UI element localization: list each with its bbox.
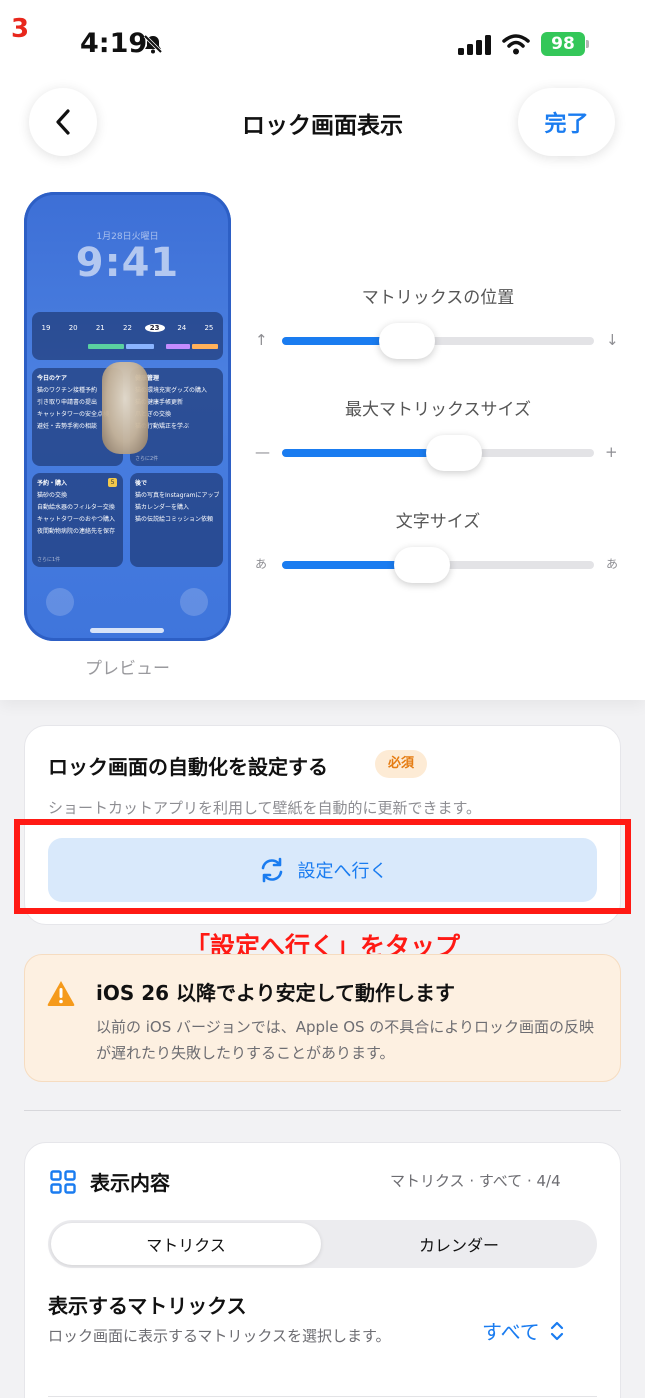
automation-description: ショートカットアプリを利用して壁紙を自動的に更新できます。 [48, 799, 482, 817]
bell-slash-icon [143, 34, 163, 54]
slider-position-label: マトリックスの位置 [361, 288, 515, 308]
grid-icon [50, 1170, 76, 1194]
battery-charging-icon: 98 [541, 32, 591, 56]
preview-calendar-day: 22 [123, 324, 132, 332]
slider-size-label: 最大マトリックスサイズ [345, 400, 531, 420]
preview-cat-photo [102, 362, 148, 454]
display-mode-segmented-control: マトリクス カレンダー [48, 1220, 597, 1268]
slider-size-max: + [605, 443, 618, 461]
required-badge: 必須 [375, 750, 427, 778]
matrices-select[interactable]: すべて [482, 1316, 564, 1345]
preview-calendar: 19 20 21 22 23 24 25 [32, 312, 223, 360]
list-divider [48, 1396, 597, 1397]
section-divider [24, 1110, 621, 1111]
done-button[interactable]: 完了 [518, 88, 615, 156]
preview-calendar-day: 20 [68, 324, 78, 332]
lock-screen-preview: 1月28日火曜日 9:41 19 20 21 22 23 24 25 今日のケア 猫のワクチ… [24, 192, 231, 641]
home-indicator [90, 628, 164, 633]
warning-triangle-icon [47, 981, 75, 1006]
automation-title: ロック画面の自動化を設定する [48, 755, 328, 779]
preview-calendar-day: 23 [144, 324, 165, 332]
slider-text-label: 文字サイズ [395, 512, 481, 532]
preview-calendar-days: 19 20 21 22 23 24 25 [36, 324, 219, 332]
tab-calendar[interactable]: カレンダー [324, 1223, 594, 1265]
slider-text-knob[interactable] [394, 547, 451, 583]
slider-position-max: ↓ [606, 331, 619, 349]
battery-level: 98 [541, 32, 585, 56]
warning-body: 以前の iOS バージョンでは、Apple OS の不具合によりロック画面の反映… [96, 1018, 594, 1062]
slider-size-min: — [255, 443, 270, 461]
preview-clock: 9:41 [75, 240, 180, 286]
preview-calendar-day: 19 [41, 324, 51, 332]
matrices-description: ロック画面に表示するマトリックスを選択します。 [48, 1327, 391, 1345]
chevron-up-down-icon [550, 1321, 563, 1340]
preview-calendar-day: 25 [204, 324, 214, 332]
slider-position-track[interactable] [282, 337, 594, 345]
wifi-icon [502, 34, 530, 55]
annotation-highlight-box [14, 819, 631, 914]
signal-icon [458, 35, 491, 55]
matrices-select-value: すべて [482, 1320, 540, 1344]
slider-size-knob[interactable] [425, 435, 482, 471]
preview-label: プレビュー [85, 659, 170, 679]
flashlight-icon [46, 588, 74, 616]
camera-icon [180, 588, 208, 616]
matrices-title: 表示するマトリックス [48, 1294, 247, 1318]
slider-text-max: あ [606, 557, 619, 571]
slider-position-min: ↑ [255, 331, 268, 349]
preview-card-later: 後で 猫の写真をInstagramにアップロード 猫カレンダーを購入 猫の伝説絵… [130, 473, 223, 567]
slider-text-min: あ [255, 557, 268, 571]
slider-position-knob[interactable] [378, 323, 435, 359]
display-content-title: 表示内容 [90, 1171, 170, 1195]
display-content-summary: マトリクス · すべて · 4/4 [390, 1172, 561, 1190]
step-number: 3 [11, 14, 30, 44]
warning-title: iOS 26 以降でより安定して動作します [96, 981, 456, 1005]
preview-calendar-day: 24 [177, 324, 187, 332]
preview-calendar-day: 21 [95, 324, 105, 332]
preview-card-booking: 予約・購入 5 猫砂の交換 自動給水器のフィルター交換 キャットタワーのおやつ購… [32, 473, 123, 567]
status-time: 4:19 [80, 28, 148, 59]
tab-matrix[interactable]: マトリクス [51, 1223, 321, 1265]
